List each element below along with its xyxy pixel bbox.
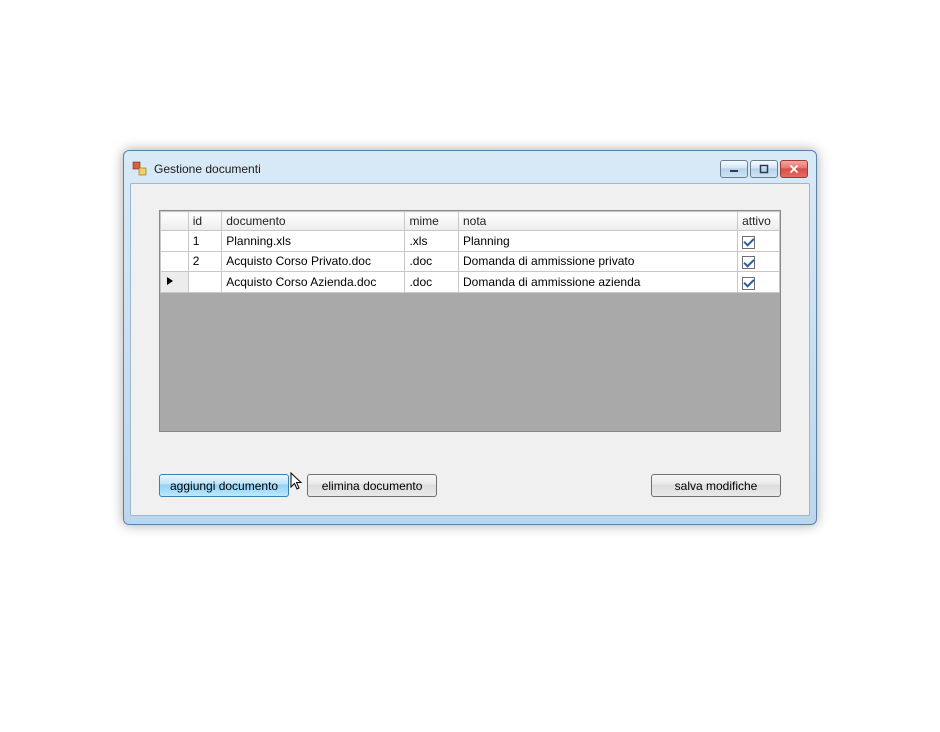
cell-documento[interactable]: Acquisto Corso Azienda.doc bbox=[222, 272, 405, 293]
col-header-mime[interactable]: mime bbox=[405, 212, 459, 231]
add-document-button[interactable]: aggiungi documento bbox=[159, 474, 289, 497]
window-controls bbox=[720, 160, 808, 178]
table-row[interactable]: 2Acquisto Corso Privato.doc.docDomanda d… bbox=[161, 251, 780, 272]
cell-mime[interactable]: .doc bbox=[405, 272, 459, 293]
cell-nota[interactable]: Domanda di ammissione azienda bbox=[458, 272, 737, 293]
attivo-checkbox[interactable] bbox=[742, 277, 755, 290]
maximize-button[interactable] bbox=[750, 160, 778, 178]
table-row[interactable]: 1Planning.xls.xlsPlanning bbox=[161, 231, 780, 252]
cell-mime[interactable]: .xls bbox=[405, 231, 459, 252]
cell-id[interactable]: 3 bbox=[188, 272, 222, 293]
client-area: id documento mime nota attivo 1Planning.… bbox=[130, 183, 810, 516]
cell-attivo[interactable] bbox=[738, 272, 780, 293]
window-frame: Gestione documenti id documento m bbox=[123, 150, 817, 525]
cell-nota[interactable]: Domanda di ammissione privato bbox=[458, 251, 737, 272]
cell-attivo[interactable] bbox=[738, 231, 780, 252]
col-header-id[interactable]: id bbox=[188, 212, 222, 231]
cell-nota[interactable]: Planning bbox=[458, 231, 737, 252]
window-title: Gestione documenti bbox=[154, 162, 720, 176]
row-header[interactable] bbox=[161, 251, 189, 272]
cell-id[interactable]: 2 bbox=[188, 251, 222, 272]
cell-documento[interactable]: Planning.xls bbox=[222, 231, 405, 252]
col-header-attivo[interactable]: attivo bbox=[738, 212, 780, 231]
row-header[interactable] bbox=[161, 272, 189, 293]
cell-documento[interactable]: Acquisto Corso Privato.doc bbox=[222, 251, 405, 272]
data-grid[interactable]: id documento mime nota attivo 1Planning.… bbox=[159, 210, 781, 432]
title-bar[interactable]: Gestione documenti bbox=[130, 157, 810, 183]
cell-mime[interactable]: .doc bbox=[405, 251, 459, 272]
attivo-checkbox[interactable] bbox=[742, 236, 755, 249]
col-header-documento[interactable]: documento bbox=[222, 212, 405, 231]
minimize-button[interactable] bbox=[720, 160, 748, 178]
attivo-checkbox[interactable] bbox=[742, 256, 755, 269]
close-button[interactable] bbox=[780, 160, 808, 178]
cell-id[interactable]: 1 bbox=[188, 231, 222, 252]
button-row: aggiungi documento elimina documento sal… bbox=[159, 474, 781, 497]
grid-table: id documento mime nota attivo 1Planning.… bbox=[160, 211, 780, 293]
save-changes-button[interactable]: salva modifiche bbox=[651, 474, 781, 497]
col-header-nota[interactable]: nota bbox=[458, 212, 737, 231]
delete-document-button[interactable]: elimina documento bbox=[307, 474, 437, 497]
app-icon bbox=[132, 161, 148, 177]
row-header-corner[interactable] bbox=[161, 212, 189, 231]
grid-header-row: id documento mime nota attivo bbox=[161, 212, 780, 231]
cell-attivo[interactable] bbox=[738, 251, 780, 272]
table-row[interactable]: 3Acquisto Corso Azienda.doc.docDomanda d… bbox=[161, 272, 780, 293]
row-header[interactable] bbox=[161, 231, 189, 252]
